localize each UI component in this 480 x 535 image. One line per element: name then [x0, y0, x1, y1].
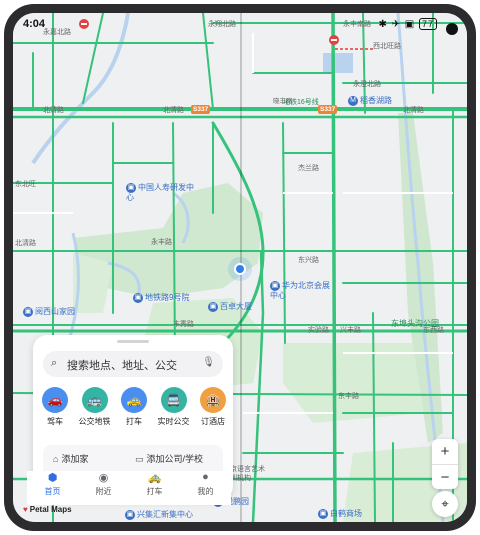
zoom-in-button[interactable]: + — [432, 439, 458, 464]
road-label: 西北旺路 — [373, 43, 401, 50]
home-icon: ⬢ — [47, 472, 58, 484]
car-icon: 🚗 — [42, 387, 68, 413]
hotel-icon: 🏨 — [200, 387, 226, 413]
road-label: 东丰路 — [338, 393, 359, 400]
poi-label: M 稻香湖路 — [348, 95, 392, 106]
taxi-icon: 🚕 — [121, 387, 147, 413]
locate-button[interactable]: ⌖ — [432, 491, 458, 517]
status-glyphs: ✱ ✈ ▣ — [378, 19, 416, 30]
category-label: 驾车 — [47, 417, 63, 426]
category-label: 实时公交 — [157, 417, 190, 426]
nav-label: 我的 — [197, 487, 214, 496]
petal-logo-icon: ♥ — [23, 505, 28, 514]
status-icons: ✱ ✈ ▣ 77 — [378, 18, 437, 30]
road-label: 东兴路 — [298, 257, 319, 264]
poi-label: ▣ 百卓大厦 — [208, 301, 252, 312]
road-label: 东西路 — [423, 327, 444, 334]
poi-label: ▣ 中国人寿研发中心 — [126, 183, 194, 203]
nav-home[interactable]: ⬢ 首页 — [33, 471, 73, 505]
road-label: 永澄北路 — [353, 81, 381, 88]
microphone-icon[interactable]: 🎙 — [202, 357, 215, 368]
category-label: 公交地铁 — [78, 417, 111, 426]
category-hotel[interactable]: 🏨 订酒店 — [195, 387, 231, 433]
brand-logo: ♥ Petal Maps — [23, 505, 72, 514]
road-label: 东北旺 — [15, 181, 36, 188]
road-label: 永丰路 — [151, 239, 172, 246]
brand-name: Petal Maps — [29, 505, 72, 514]
realtime-bus-icon: 🚍 — [160, 387, 187, 413]
poi-label: ▣ 阅西山家园 — [23, 306, 75, 317]
building-icon: ▣ — [318, 508, 328, 519]
building-icon: ▣ — [270, 281, 280, 291]
road-label: 北清路 — [15, 240, 36, 247]
road-label: 杰兰路 — [298, 165, 319, 172]
road-label: 晓丰路 — [273, 98, 293, 105]
search-icon: ⌕ — [51, 357, 58, 369]
poi-label: ▣ 兴集汇新集中心 — [125, 509, 193, 520]
building-icon: ▣ — [126, 183, 136, 193]
road-label: 北清路 — [403, 107, 424, 114]
zoom-control: + − — [432, 439, 458, 489]
front-camera — [446, 23, 458, 35]
metro-station-icon: M — [348, 95, 358, 106]
screen: 北清路 北清路 北清路 地铁16号线 M 稻香湖路 杰兰路 东兴路 ▣ 中国人寿研发… — [13, 13, 467, 522]
taxi-nav-icon: 🚕 — [147, 472, 162, 484]
category-label: 订酒店 — [201, 417, 225, 426]
poi-label: ▣ 白鹤商场 — [318, 508, 362, 519]
category-drive[interactable]: 🚗 驾车 — [37, 387, 73, 433]
road-label: 北清路 — [43, 107, 64, 114]
add-home-button[interactable]: ⌂ 添加家 — [53, 452, 88, 465]
category-row: 🚗 驾车 🚌 公交地铁 🚕 打车 🚍 实时公交 🏨 订酒店 — [37, 387, 231, 433]
nav-label: 首页 — [44, 487, 61, 496]
nearby-icon: ◉ — [98, 472, 109, 484]
profile-icon: ● — [202, 471, 209, 483]
status-bar: 4:04 ✱ ✈ ▣ 77 — [13, 13, 467, 35]
category-label: 打车 — [126, 417, 142, 426]
nav-label: 打车 — [146, 487, 163, 496]
battery-icon: 77 — [418, 18, 437, 30]
residential-icon: ▣ — [23, 306, 33, 317]
nav-nearby[interactable]: ◉ 附近 — [84, 471, 124, 505]
add-work-button[interactable]: ▭ 添加公司/学校 — [135, 452, 203, 465]
home-outline-icon: ⌂ — [53, 454, 59, 464]
category-taxi[interactable]: 🚕 打车 — [116, 387, 152, 433]
highway-shield: S337 — [318, 105, 338, 114]
poi-label: ▣ 地铁路9号院 — [133, 292, 190, 303]
highway-shield: S337 — [191, 105, 211, 114]
category-realtime-bus[interactable]: 🚍 实时公交 — [156, 387, 192, 433]
road-label: 兴丰路 — [340, 327, 361, 334]
nav-profile[interactable]: ● 我的 — [186, 471, 226, 505]
crosshair-icon: ⌖ — [441, 496, 449, 511]
search-placeholder: 搜索地点、地址、公交 — [67, 360, 177, 372]
building-icon: ▣ — [208, 301, 218, 312]
category-transit[interactable]: 🚌 公交地铁 — [77, 387, 113, 433]
nav-label: 附近 — [95, 487, 112, 496]
mall-icon: ▣ — [125, 509, 135, 520]
zoom-out-button[interactable]: − — [432, 465, 458, 490]
bus-icon: 🚌 — [81, 387, 108, 413]
road-label: 北清路 — [163, 107, 184, 114]
road-label: 实验路 — [308, 327, 329, 334]
add-work-label: 添加公司/学校 — [146, 454, 204, 464]
current-location-marker — [234, 263, 246, 275]
poi-label: ▣ 华为北京会展中心 — [270, 281, 330, 301]
status-time: 4:04 — [23, 18, 46, 30]
add-home-label: 添加家 — [61, 454, 89, 464]
sheet-grabber[interactable] — [117, 340, 149, 343]
bottom-nav: ⬢ 首页 ◉ 附近 🚕 打车 ● 我的 — [27, 471, 231, 505]
no-entry-icon — [329, 35, 339, 45]
road-label: 丰秀路 — [173, 321, 194, 328]
search-input[interactable]: ⌕ 搜索地点、地址、公交 🎙 — [43, 351, 223, 377]
foldable-phone: 北清路 北清路 北清路 地铁16号线 M 稻香湖路 杰兰路 东兴路 ▣ 中国人寿研发… — [4, 4, 476, 531]
nav-taxi[interactable]: 🚕 打车 — [135, 471, 175, 505]
briefcase-icon: ▭ — [135, 454, 144, 464]
building-icon: ▣ — [133, 292, 143, 303]
